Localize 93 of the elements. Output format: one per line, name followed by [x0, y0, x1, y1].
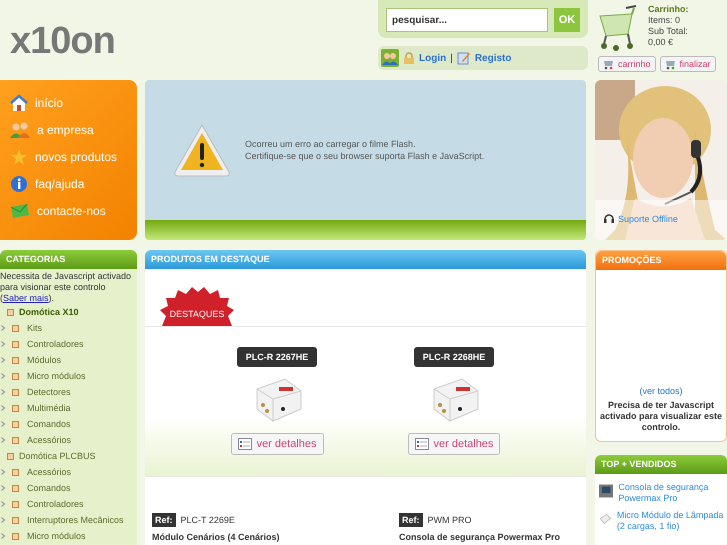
checkout-button[interactable]: finalizar: [660, 56, 716, 72]
bullet-icon: [7, 452, 14, 460]
chevron-icon: [1, 485, 5, 491]
headset-icon: [603, 213, 615, 224]
support-link[interactable]: Suporte Offline: [603, 213, 678, 224]
padlock-icon: [403, 52, 415, 64]
bullet-icon: [12, 500, 19, 508]
category-item[interactable]: Kits: [27, 323, 42, 333]
bullet-icon: [7, 308, 14, 316]
ref-label: Ref:: [399, 513, 422, 527]
bullet-icon: [12, 388, 19, 396]
details-button[interactable]: ver detalhes: [408, 433, 500, 455]
bullet-icon: [12, 484, 19, 492]
house-icon: [10, 94, 28, 112]
subtotal-value: 0,00 €: [648, 37, 674, 48]
chevron-icon: [1, 437, 5, 443]
product-link[interactable]: Micro Módulo de Lâmpada (2 cargas, 1 fio): [616, 510, 727, 532]
product-ref: PLC-T 2269E: [180, 515, 235, 525]
bullet-icon: [12, 436, 19, 444]
category-item[interactable]: Controladores: [27, 499, 84, 509]
register-link[interactable]: Registo: [474, 52, 512, 64]
chevron-icon: [1, 533, 5, 539]
category-item[interactable]: Comandos: [27, 419, 71, 429]
bullet-icon: [12, 532, 19, 540]
list-icon: [414, 438, 428, 450]
category-item[interactable]: Domótica X10: [19, 307, 79, 317]
ref-label: Ref:: [152, 513, 176, 527]
search-field[interactable]: pesquisar...: [386, 8, 548, 32]
info-icon: [10, 175, 28, 193]
chevron-icon: [1, 517, 5, 523]
product-title[interactable]: Módulo Cenários (4 Cenários): [152, 532, 339, 542]
subtotal-label: Sub Total:: [648, 26, 688, 37]
cart-icon: [664, 58, 677, 70]
category-item[interactable]: Controladores: [27, 339, 84, 349]
warning-icon: [173, 122, 231, 178]
category-item[interactable]: Interruptores Mecânicos: [27, 515, 124, 525]
category-item[interactable]: Multimédia: [27, 403, 71, 413]
envelope-icon: [10, 203, 30, 219]
section-header: CATEGORIAS: [0, 250, 137, 269]
chevron-icon: [1, 325, 5, 331]
badge: DESTAQUES: [158, 286, 236, 326]
bullet-icon: [12, 340, 19, 348]
site-logo[interactable]: x10on: [0, 0, 378, 80]
cart-items: Items: 0: [648, 15, 682, 26]
product-ref: PWM PRO: [428, 515, 472, 525]
section-header: PROMOÇÕES: [596, 251, 726, 270]
category-item[interactable]: Domótica PLCBUS: [19, 451, 96, 461]
category-item[interactable]: Detectores: [27, 387, 71, 397]
bullet-icon: [12, 516, 19, 524]
view-all-link[interactable]: (ver todos): [596, 386, 726, 396]
bullet-icon: [12, 372, 19, 380]
chevron-icon: [1, 469, 5, 475]
separator-text: |: [450, 52, 453, 64]
notice-text: Necessita de Javascript activado para visionar este controlo (Saber mais).: [0, 270, 132, 304]
bullet-icon: [12, 420, 19, 428]
product-link[interactable]: Consola de segurança Powermax Pro: [618, 482, 727, 504]
cart-button[interactable]: carrinho: [598, 56, 656, 72]
category-item[interactable]: Comandos: [27, 483, 71, 493]
details-button[interactable]: ver detalhes: [230, 433, 324, 455]
bullet-icon: [12, 404, 19, 412]
cart-title: Carrinho:: [648, 4, 688, 15]
category-item[interactable]: Módulos: [27, 355, 62, 365]
bullet-icon: [12, 324, 19, 332]
chevron-icon: [1, 421, 5, 427]
login-link[interactable]: Login: [419, 52, 446, 64]
chevron-icon: [1, 405, 5, 411]
chevron-icon: [1, 501, 5, 507]
users-icon: [381, 49, 399, 67]
chevron-icon: [1, 341, 5, 347]
category-item[interactable]: Micro módulos: [27, 531, 86, 541]
product-name: PLC-R 2267HE: [236, 347, 318, 367]
cart-icon: [603, 58, 615, 70]
console-icon: [599, 482, 614, 500]
bullet-icon: [12, 356, 19, 364]
section-header: TOP + VENDIDOS: [595, 455, 727, 474]
error-message: Certifique-se que o seu browser suporta Flash e JavaScript.: [245, 150, 484, 162]
error-message: Ocorreu um erro ao carregar o filme Flash.: [245, 138, 417, 150]
bullet-icon: [12, 468, 19, 476]
category-item[interactable]: Acessórios: [27, 467, 72, 477]
people-icon: [10, 121, 30, 139]
section-header: PRODUTOS EM DESTAQUE: [145, 250, 586, 269]
learn-more-link[interactable]: Saber mais: [3, 293, 49, 303]
product-name: PLC-R 2268HE: [414, 347, 494, 367]
chevron-icon: [1, 357, 5, 363]
star-icon: [10, 148, 28, 166]
notice-text: Precisa de ter Javascript activado para visualizar este controlo.: [598, 399, 724, 434]
chevron-icon: [1, 389, 5, 395]
list-icon: [238, 438, 252, 450]
pencil-icon: [456, 51, 471, 65]
category-item[interactable]: Acessórios: [27, 435, 72, 445]
chevron-icon: [1, 373, 5, 379]
category-item[interactable]: Micro módulos: [27, 371, 86, 381]
product-title[interactable]: Consola de segurança Powermax Pro: [399, 532, 586, 542]
